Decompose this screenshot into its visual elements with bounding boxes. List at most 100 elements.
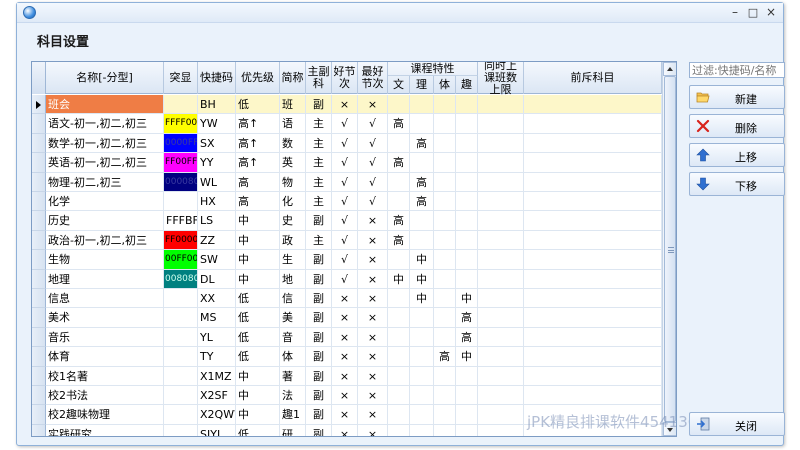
cell-code[interactable]: LS	[198, 211, 236, 231]
cell-name[interactable]: 生物	[46, 250, 164, 270]
col-header-feature-li[interactable]: 理	[410, 76, 434, 94]
col-header-shortcode[interactable]: 快捷码	[198, 62, 236, 94]
cell-qu[interactable]	[456, 386, 478, 406]
cell-highlight[interactable]	[164, 289, 198, 309]
col-header-best-slot[interactable]: 最好节次	[358, 62, 388, 94]
cell-highlight[interactable]: FF0000	[164, 230, 198, 251]
cell-good[interactable]: √	[332, 250, 358, 270]
cell-priority[interactable]: 低	[236, 327, 280, 348]
vertical-scrollbar[interactable]	[662, 62, 676, 436]
table-row[interactable]: 历史FFFBF0LS中史副√×高	[32, 211, 662, 231]
cell-code[interactable]: X2SF	[198, 386, 236, 406]
cell-code[interactable]: X2QWWL	[198, 405, 236, 425]
table-row[interactable]: 政治-初一,初二,初三 FF0000 ZZ 中政主 √ × 高	[32, 230, 662, 251]
cell-main[interactable]: 副	[306, 366, 332, 386]
cell-priority[interactable]: 中	[236, 211, 280, 231]
cell-priority[interactable]: 中	[236, 366, 280, 386]
cell-code[interactable]: TY	[198, 347, 236, 367]
cell-best[interactable]: √	[358, 114, 388, 134]
cell-good[interactable]: ×	[332, 366, 358, 386]
cell-main[interactable]: 副	[306, 424, 332, 436]
cell-ti[interactable]	[434, 424, 456, 436]
cell-wen[interactable]: 高	[388, 153, 410, 173]
cell-qu[interactable]	[456, 424, 478, 436]
table-row[interactable]: 校2书法 X2SF 中法副 × ×	[32, 386, 662, 406]
table-row[interactable]: 生物 00FF00 SW 中生副 √ × 中	[32, 250, 662, 270]
cell-ti[interactable]	[434, 250, 456, 270]
cell-concurrent[interactable]	[478, 289, 524, 309]
cell-best[interactable]: √	[358, 192, 388, 212]
cell-best[interactable]: ×	[358, 289, 388, 309]
cell-ti[interactable]	[434, 289, 456, 309]
col-header-highlight[interactable]: 突显	[164, 62, 198, 94]
cell-li[interactable]: 高	[410, 133, 434, 154]
cell-name[interactable]: 音乐	[46, 327, 164, 348]
cell-name[interactable]: 体育	[46, 347, 164, 367]
row-selector[interactable]	[32, 133, 46, 154]
new-button[interactable]: 新建	[689, 85, 785, 109]
cell-concurrent[interactable]	[478, 230, 524, 251]
col-header-feature-qu[interactable]: 趣	[456, 76, 478, 94]
cell-good[interactable]: ×	[332, 327, 358, 348]
cell-main[interactable]: 主	[306, 172, 332, 192]
col-header-prev-subjects[interactable]: 前斥科目	[524, 62, 662, 94]
row-selector[interactable]	[32, 250, 46, 270]
cell-ti[interactable]	[434, 269, 456, 289]
cell-best[interactable]: ×	[358, 327, 388, 348]
cell-highlight[interactable]: 00FF00	[164, 250, 198, 270]
row-selector[interactable]	[32, 95, 46, 115]
cell-concurrent[interactable]	[478, 269, 524, 289]
cell-code[interactable]: YL	[198, 327, 236, 348]
cell-li[interactable]: 中	[410, 269, 434, 289]
cell-prev[interactable]	[524, 172, 662, 192]
cell-abbr[interactable]: 音	[280, 327, 306, 348]
cell-highlight[interactable]	[164, 327, 198, 348]
col-header-name[interactable]: 名称[-分型]	[46, 62, 164, 94]
cell-li[interactable]	[410, 153, 434, 173]
cell-main[interactable]: 副	[306, 211, 332, 231]
cell-concurrent[interactable]	[478, 250, 524, 270]
table-row[interactable]: 英语-初一,初二,初三 FF00FF YY 高↑ 英主 √ √ 高	[32, 153, 662, 173]
cell-highlight[interactable]: 000080	[164, 172, 198, 192]
cell-abbr[interactable]: 史	[280, 211, 306, 231]
cell-good[interactable]: √	[332, 172, 358, 192]
cell-abbr[interactable]: 英	[280, 153, 306, 173]
cell-main[interactable]: 副	[306, 308, 332, 328]
cell-main[interactable]: 副	[306, 347, 332, 367]
scroll-thumb[interactable]	[664, 76, 676, 422]
cell-ti[interactable]	[434, 405, 456, 425]
cell-main[interactable]: 副	[306, 327, 332, 348]
row-selector[interactable]	[32, 366, 46, 386]
cell-name[interactable]: 校2书法	[46, 386, 164, 406]
cell-abbr[interactable]: 物	[280, 172, 306, 192]
cell-good[interactable]: ×	[332, 95, 358, 115]
col-header-good-slot[interactable]: 好节次	[332, 62, 358, 94]
cell-qu[interactable]	[456, 366, 478, 386]
cell-name[interactable]: 信息	[46, 289, 164, 309]
cell-main[interactable]: 主	[306, 153, 332, 173]
cell-concurrent[interactable]	[478, 211, 524, 231]
table-row[interactable]: 信息 XX 低信副 × × 中中	[32, 289, 662, 309]
cell-name[interactable]: 班会	[46, 95, 164, 115]
row-selector[interactable]	[32, 211, 46, 231]
cell-prev[interactable]	[524, 289, 662, 309]
cell-concurrent[interactable]	[478, 192, 524, 212]
cell-main[interactable]: 副	[306, 250, 332, 270]
cell-qu[interactable]	[456, 95, 478, 115]
col-header-main-sub[interactable]: 主副科	[306, 62, 332, 94]
filter-input[interactable]	[689, 62, 785, 78]
cell-good[interactable]: √	[332, 133, 358, 154]
cell-wen[interactable]: 高	[388, 114, 410, 134]
cell-concurrent[interactable]	[478, 153, 524, 173]
cell-best[interactable]: ×	[358, 386, 388, 406]
cell-name[interactable]: 历史	[46, 211, 164, 231]
cell-priority[interactable]: 低	[236, 424, 280, 436]
cell-highlight[interactable]	[164, 347, 198, 367]
subject-grid[interactable]: 名称[-分型] 突显 快捷码 优先级 简称 主副科 好节次 最好节次 课程特性 …	[31, 61, 677, 437]
cell-li[interactable]: 高	[410, 172, 434, 192]
cell-concurrent[interactable]	[478, 114, 524, 134]
cell-good[interactable]: √	[332, 192, 358, 212]
cell-main[interactable]: 副	[306, 95, 332, 115]
cell-priority[interactable]: 高↑	[236, 114, 280, 134]
col-header-feature-ti[interactable]: 体	[434, 76, 456, 94]
